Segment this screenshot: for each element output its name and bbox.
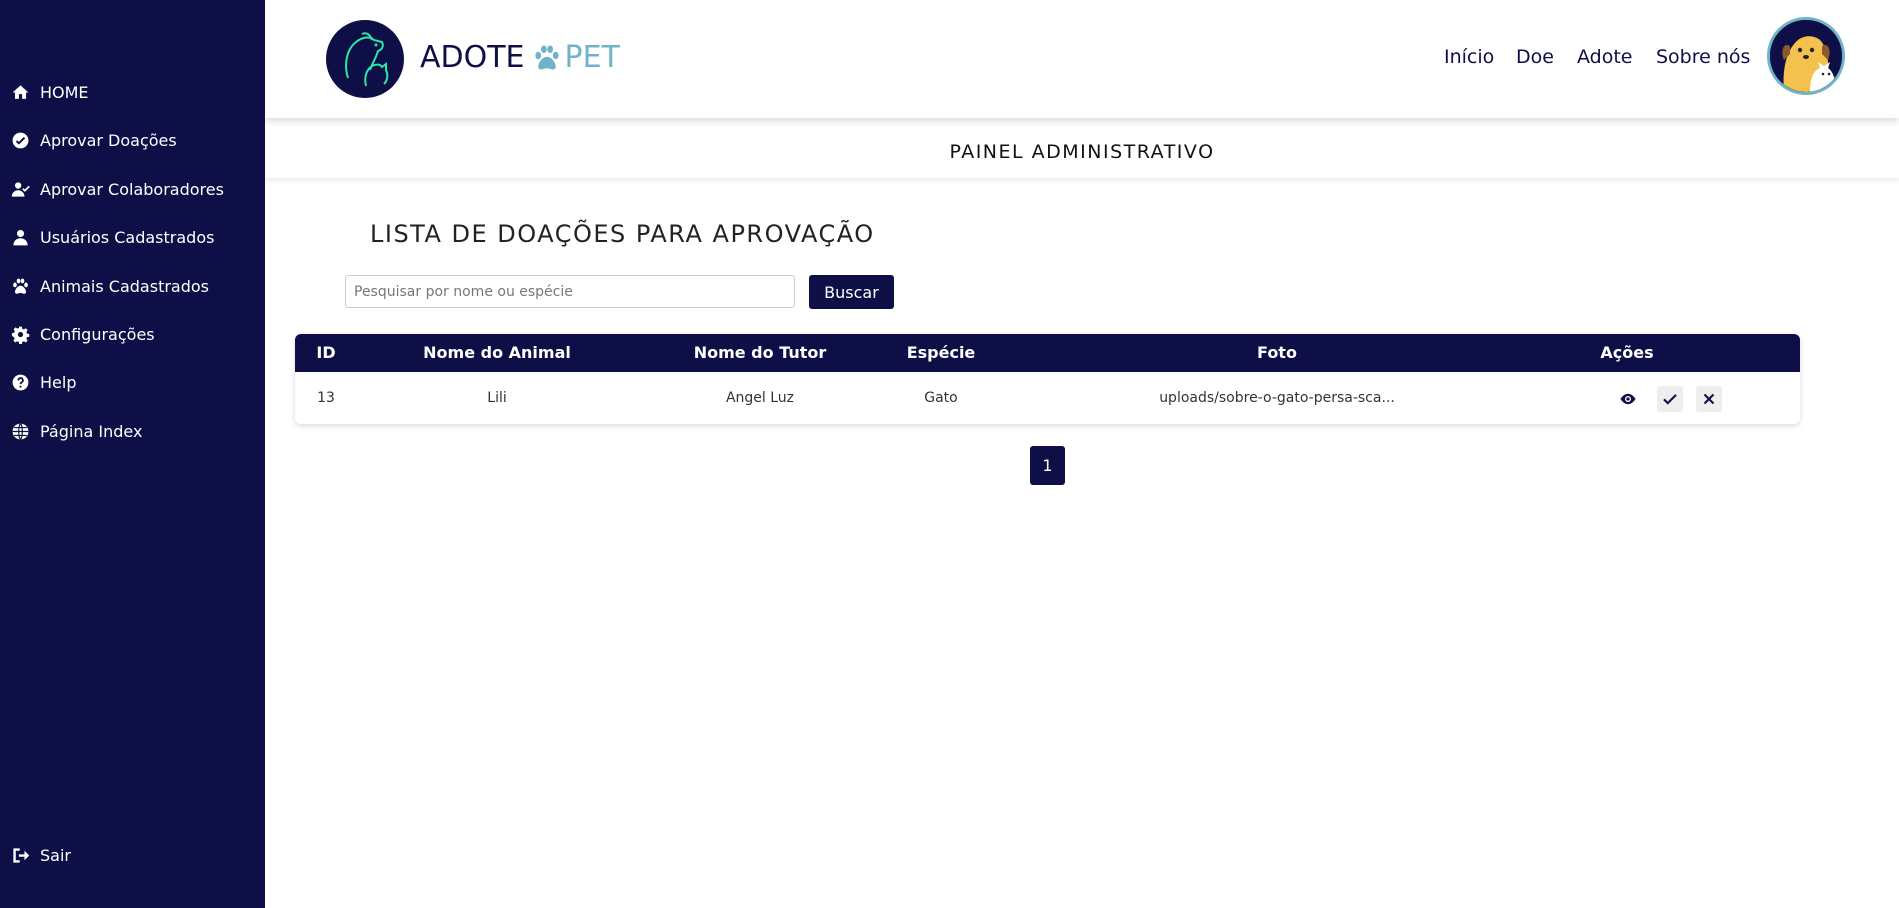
sidebar-item-help[interactable]: Help	[10, 370, 76, 394]
home-icon	[10, 82, 30, 102]
paw-icon	[534, 45, 559, 69]
sign-out-icon	[10, 845, 30, 865]
admin-panel-bar: PAINEL ADMINISTRATIVO	[265, 126, 1899, 178]
sidebar-item-pagina-index[interactable]: Página Index	[10, 419, 142, 443]
close-icon	[1703, 393, 1715, 405]
top-header: ADOTE PET Início Doe Adote Sobre nós	[265, 0, 1899, 118]
sidebar-item-label: Usuários Cadastrados	[40, 227, 215, 247]
cell-tutor: Angel Luz	[725, 390, 795, 406]
dog-cat-logo-icon	[345, 32, 389, 87]
sidebar-item-usuarios[interactable]: Usuários Cadastrados	[10, 225, 214, 249]
sidebar-item-configuracoes[interactable]: Configurações	[10, 322, 155, 346]
column-header-especie: Espécie	[906, 343, 976, 362]
brand-name-part1: ADOTE	[420, 40, 525, 75]
logo[interactable]	[326, 20, 404, 98]
gear-icon	[10, 324, 30, 344]
column-header-tutor: Nome do Tutor	[693, 343, 827, 362]
user-icon	[10, 227, 30, 247]
brand-logo-text[interactable]: ADOTE PET	[420, 40, 620, 75]
admin-panel-title: PAINEL ADMINISTRATIVO	[949, 141, 1215, 163]
nav-link-doe[interactable]: Doe	[1516, 46, 1554, 68]
avatar[interactable]	[1767, 17, 1845, 95]
column-header-animal: Nome do Animal	[423, 343, 571, 362]
sidebar-item-label: Help	[40, 372, 77, 392]
pagination-page-1[interactable]: 1	[1030, 446, 1065, 485]
page-title: LISTA DE DOAÇÕES PARA APROVAÇÃO	[370, 220, 875, 248]
question-circle-icon	[10, 372, 30, 392]
sidebar-item-label: Animais Cadastrados	[40, 276, 209, 296]
dog-cat-avatar-icon	[1770, 20, 1842, 92]
paw-icon	[10, 276, 30, 296]
reject-button[interactable]	[1696, 386, 1722, 412]
eye-icon	[1620, 393, 1636, 405]
sidebar-item-aprovar-doacoes[interactable]: Aprovar Doações	[10, 128, 177, 152]
sidebar-item-home[interactable]: HOME	[10, 80, 89, 104]
sidebar-item-label: Configurações	[40, 324, 155, 344]
nav-link-adote[interactable]: Adote	[1577, 46, 1633, 68]
sidebar-item-label: Página Index	[40, 421, 143, 441]
check-icon	[1663, 394, 1677, 405]
search-button[interactable]: Buscar	[809, 275, 894, 309]
sidebar-item-label: HOME	[40, 82, 89, 102]
column-header-acoes: Ações	[1600, 343, 1654, 362]
cell-especie: Gato	[924, 390, 958, 406]
sidebar: HOME Aprovar Doações Aprovar Colaborador…	[0, 0, 265, 908]
sidebar-item-aprovar-colaboradores[interactable]: Aprovar Colaboradores	[10, 177, 224, 201]
table-header: ID Nome do Animal Nome do Tutor Espécie …	[295, 334, 1800, 372]
nav-link-sobre-nos[interactable]: Sobre nós	[1656, 46, 1750, 68]
globe-icon	[10, 421, 30, 441]
search-input[interactable]	[345, 275, 795, 308]
donations-table: ID Nome do Animal Nome do Tutor Espécie …	[295, 334, 1800, 424]
sidebar-item-label: Sair	[40, 845, 71, 865]
column-header-foto: Foto	[1257, 343, 1297, 362]
column-header-id: ID	[316, 343, 336, 362]
user-check-icon	[10, 179, 30, 199]
view-button[interactable]	[1615, 386, 1641, 412]
sidebar-item-animais[interactable]: Animais Cadastrados	[10, 274, 209, 298]
sidebar-item-label: Aprovar Doações	[40, 130, 177, 150]
sidebar-item-label: Aprovar Colaboradores	[40, 179, 224, 199]
approve-button[interactable]	[1657, 386, 1683, 412]
cell-animal: Lili	[487, 390, 507, 406]
sidebar-item-sair[interactable]: Sair	[10, 843, 71, 867]
nav-link-inicio[interactable]: Início	[1444, 46, 1494, 68]
cell-id: 13	[317, 390, 335, 406]
brand-name-part2: PET	[564, 40, 620, 75]
check-circle-icon	[10, 130, 30, 150]
cell-foto: uploads/sobre-o-gato-persa-sca...	[1159, 390, 1395, 406]
